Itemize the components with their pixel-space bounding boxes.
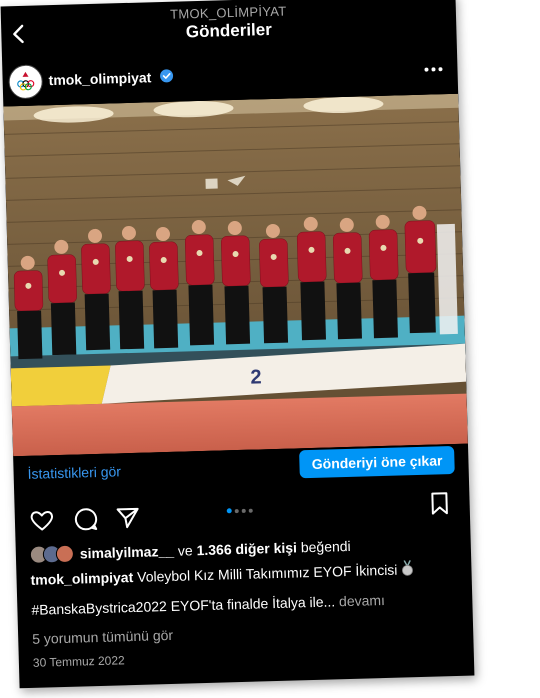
likes-text[interactable]: simalyilmaz__ ve 1.366 diğer kişi beğend… [80, 538, 351, 562]
olympic-rings-logo [10, 66, 41, 97]
likes-count[interactable]: 1.366 diğer kişi [196, 539, 297, 558]
caption-more-link[interactable]: devamı [339, 592, 385, 609]
verified-badge-icon [159, 69, 174, 83]
liker-avatars [29, 544, 76, 564]
post-date: 30 Temmuz 2022 [32, 653, 125, 670]
podium-number: 2 [250, 366, 262, 388]
likes-conjunction: ve [177, 542, 193, 559]
post-caption: tmok_olimpiyat Voleybol Kız Milli Takımı… [30, 559, 413, 588]
likes-suffix: beğendi [300, 537, 351, 556]
bookmark-icon[interactable] [426, 490, 453, 517]
comment-icon[interactable] [73, 506, 100, 533]
post-photo[interactable]: 2 [3, 93, 468, 457]
caption-username[interactable]: tmok_olimpiyat [30, 569, 133, 588]
more-options-icon[interactable] [423, 55, 444, 79]
carousel-indicator [226, 500, 255, 519]
caption-hashtag-line: #BanskaBystrica2022 EYOF'ta finalde İtal… [31, 593, 336, 618]
action-bar [14, 488, 470, 541]
caption-line-2: #BanskaBystrica2022 EYOF'ta finalde İtal… [31, 592, 385, 618]
post-username[interactable]: tmok_olimpiyat [48, 69, 151, 88]
silver-medal-icon [401, 559, 413, 576]
likes-row: simalyilmaz__ ve 1.366 diğer kişi beğend… [29, 538, 351, 567]
caption-text: Voleybol Kız Milli Takımımız EYOF İkinci… [136, 561, 398, 585]
promote-post-button[interactable]: Gönderiyi öne çıkar [299, 445, 455, 479]
avatar[interactable] [8, 64, 44, 100]
view-comments-link[interactable]: 5 yorumun tümünü gör [32, 627, 173, 647]
top-bar: TMOK_OLİMPİYAT Gönderiler [1, 0, 457, 56]
liker-username[interactable]: simalyilmaz__ [80, 543, 175, 562]
view-insights-link[interactable]: İstatistikleri gör [27, 463, 121, 482]
phone-screen: TMOK_OLİMPİYAT Gönderiler tmok_olimpiyat [0, 0, 475, 689]
send-icon[interactable] [115, 505, 142, 532]
heart-icon[interactable] [29, 507, 56, 534]
